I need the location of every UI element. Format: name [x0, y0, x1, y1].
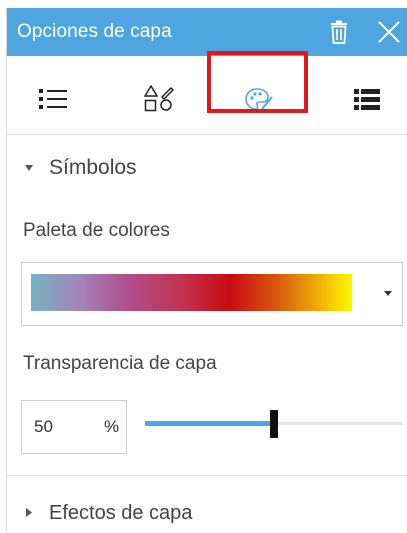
- tab-legend[interactable]: [7, 56, 107, 134]
- palette-gradient-swatch: [31, 274, 352, 311]
- tab-style[interactable]: [107, 56, 207, 134]
- transparency-slider[interactable]: [145, 408, 403, 442]
- symbols-section-label: Símbolos: [49, 156, 137, 179]
- palette-label: Paleta de colores: [23, 220, 170, 241]
- transparency-input[interactable]: 50 %: [21, 400, 127, 454]
- caret-down-icon: [25, 165, 33, 171]
- palette-icon: [245, 88, 273, 110]
- effects-section-label: Efectos de capa: [49, 502, 193, 524]
- slider-fill: [145, 421, 274, 426]
- chevron-down-icon: [384, 291, 392, 296]
- shapes-icon: [144, 85, 174, 112]
- slider-thumb[interactable]: [270, 410, 278, 438]
- symbols-section-toggle[interactable]: Símbolos: [7, 148, 407, 188]
- transparency-label: Transparencia de capa: [23, 353, 217, 374]
- tab-attributes[interactable]: [307, 56, 407, 134]
- table-icon: [354, 89, 380, 110]
- section-divider: [7, 475, 407, 476]
- transparency-value: 50: [34, 417, 53, 436]
- effects-section-toggle[interactable]: Efectos de capa: [7, 496, 407, 532]
- caret-right-icon: [26, 508, 32, 517]
- layer-options-panel: Opciones de capa Símbolos Paleta de colo…: [6, 8, 407, 533]
- layer-options-tabs: [7, 56, 407, 135]
- transparency-unit: %: [104, 417, 120, 436]
- panel-header: Opciones de capa: [7, 8, 407, 56]
- close-icon[interactable]: [377, 20, 401, 44]
- trash-icon[interactable]: [329, 20, 349, 44]
- panel-title: Opciones de capa: [17, 21, 172, 42]
- color-palette-dropdown[interactable]: [21, 262, 403, 326]
- list-icon: [39, 89, 67, 109]
- tab-symbols[interactable]: [207, 56, 307, 134]
